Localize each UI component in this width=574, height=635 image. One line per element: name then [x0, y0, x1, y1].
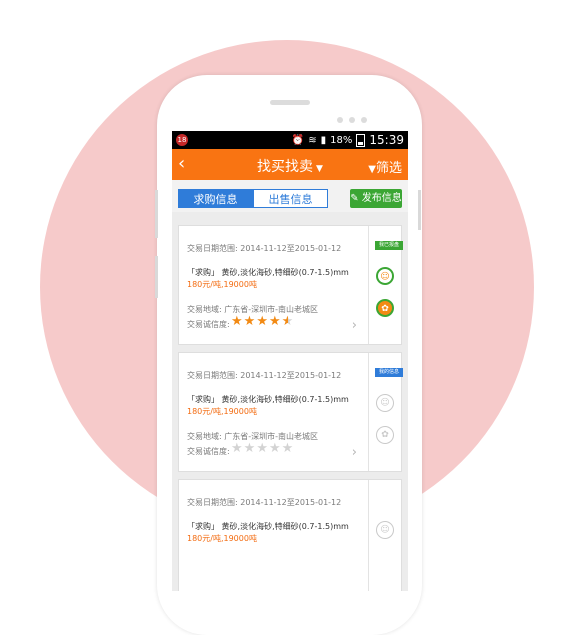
battery-icon	[356, 133, 366, 147]
date-range: 交易日期范围: 2014-11-12至2015-01-12	[187, 498, 342, 507]
star-icon: ★	[243, 441, 257, 456]
status-bar: 18 ⏰ ≋ ▮ 18% 15:39	[172, 131, 408, 149]
verified-badge-icon: ☺	[376, 267, 394, 285]
star-icon: ★	[256, 441, 269, 456]
price: 180元/吨,19000吨	[187, 280, 257, 289]
tab-buy-info[interactable]: 求购信息	[178, 189, 253, 208]
half-star-icon: ★	[281, 314, 295, 329]
sensor-dots	[337, 108, 373, 127]
date-range: 交易日期范围: 2014-11-12至2015-01-12	[187, 371, 342, 380]
app-screen: 18 ⏰ ≋ ▮ 18% 15:39 ‹ 找买找卖 ▼ ▼筛选 求购信息 出售信息	[172, 131, 408, 591]
price: 180元/吨,19000吨	[187, 534, 257, 543]
rating-label: 交易诚信度:	[187, 320, 230, 329]
listing-card[interactable]: 交易日期范围: 2014-11-12至2015-01-12 「求购」 黄砂,淡化…	[178, 479, 402, 591]
product-title: 「求购」 黄砂,淡化海砂,特细砂(0.7-1.5)mm	[187, 395, 349, 404]
status-tag: 我已报盘	[374, 241, 403, 250]
card-side-panel: 我的信息 ☺ ✿	[368, 353, 403, 471]
card-side-panel: ☺	[368, 480, 402, 591]
verified-badge-icon: ☺	[376, 521, 394, 539]
chevron-down-icon: ▼	[316, 164, 323, 174]
funnel-icon: ▼	[368, 164, 376, 175]
star-icon: ★	[231, 441, 244, 456]
notification-badge: 18	[176, 134, 188, 146]
clock: 15:39	[369, 133, 404, 147]
certified-badge-icon: ✿	[376, 299, 394, 317]
date-range: 交易日期范围: 2014-11-12至2015-01-12	[187, 244, 342, 253]
star-icon: ★	[256, 314, 269, 329]
publish-button[interactable]: ✎ 发布信息	[350, 189, 402, 208]
star-icon: ★	[268, 314, 282, 329]
status-tag: 我的信息	[374, 368, 403, 377]
chevron-right-icon[interactable]: ›	[352, 445, 357, 460]
tab-row: 求购信息 出售信息 ✎ 发布信息	[172, 180, 408, 212]
speaker-grille	[270, 100, 310, 105]
title-bar: ‹ 找买找卖 ▼ ▼筛选	[172, 149, 408, 180]
certified-badge-icon: ✿	[376, 426, 394, 444]
volume-button	[155, 190, 158, 238]
pencil-icon: ✎	[350, 193, 359, 204]
price: 180元/吨,19000吨	[187, 407, 257, 416]
filter-button[interactable]: ▼筛选	[368, 157, 402, 176]
chevron-right-icon[interactable]: ›	[352, 318, 357, 333]
product-title: 「求购」 黄砂,淡化海砂,特细砂(0.7-1.5)mm	[187, 268, 349, 277]
battery-percent: 18%	[330, 134, 353, 146]
phone-frame: 18 ⏰ ≋ ▮ 18% 15:39 ‹ 找买找卖 ▼ ▼筛选 求购信息 出售信息	[157, 75, 422, 635]
listing-card[interactable]: 交易日期范围: 2014-11-12至2015-01-12 「求购」 黄砂,淡化…	[178, 352, 403, 472]
filter-label: 筛选	[375, 161, 402, 176]
wifi-icon: ≋	[308, 134, 317, 146]
tab-sell-info[interactable]: 出售信息	[253, 189, 328, 208]
star-icon: ★	[281, 441, 295, 456]
power-button	[418, 190, 421, 230]
listing-card[interactable]: 交易日期范围: 2014-11-12至2015-01-12 「求购」 黄砂,淡化…	[178, 225, 403, 345]
product-title: 「求购」 黄砂,淡化海砂,特细砂(0.7-1.5)mm	[187, 522, 349, 531]
star-icon: ★	[243, 314, 257, 329]
page-title: 找买找卖	[257, 159, 314, 175]
verified-badge-icon: ☺	[376, 394, 394, 412]
alarm-icon: ⏰	[291, 134, 305, 146]
star-icon: ★	[231, 314, 244, 329]
volume-button	[155, 256, 158, 298]
rating-label: 交易诚信度:	[187, 447, 230, 456]
signal-icon: ▮	[320, 134, 327, 146]
publish-label: 发布信息	[361, 193, 402, 204]
star-icon: ★	[268, 441, 282, 456]
card-side-panel: 我已报盘 ☺ ✿	[368, 226, 403, 344]
rating-stars: ★★★★★	[231, 314, 294, 329]
rating-stars: ★★★★★	[231, 441, 294, 456]
